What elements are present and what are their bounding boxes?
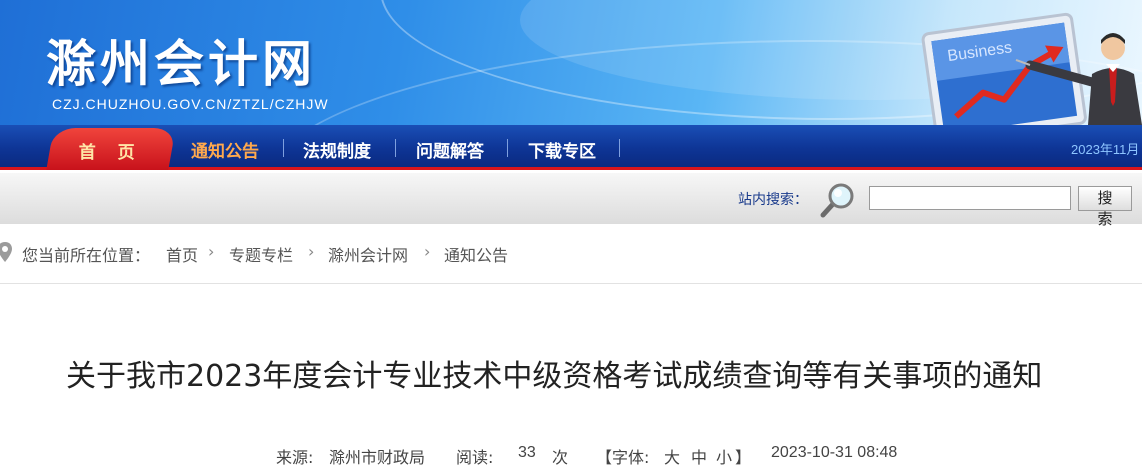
- search-button[interactable]: 搜 索: [1078, 186, 1132, 228]
- nav-separator: [395, 139, 396, 157]
- reads-count: 33: [518, 444, 536, 461]
- nav-item-notices[interactable]: 通知公告: [191, 137, 259, 162]
- location-pin-icon: [0, 242, 12, 262]
- nav-separator: [507, 139, 508, 157]
- nav-home-tab[interactable]: 首 页: [46, 128, 176, 170]
- nav-item-regulations[interactable]: 法规制度: [303, 137, 371, 162]
- content-divider: [0, 283, 1142, 284]
- publish-date: 2023-10-31 08:48: [771, 444, 898, 461]
- breadcrumb-notices[interactable]: 通知公告: [444, 242, 508, 266]
- nav-item-faq[interactable]: 问题解答: [416, 137, 484, 162]
- font-size-label: 【字体:: [596, 448, 650, 467]
- breadcrumb-topics[interactable]: 专题专栏: [229, 242, 293, 266]
- nav-home-label: 首 页: [78, 143, 143, 163]
- nav-item-downloads[interactable]: 下载专区: [528, 137, 596, 162]
- reads-unit: 次: [552, 448, 569, 467]
- magnifier-icon: [820, 183, 854, 218]
- breadcrumb-prefix: 您当前所在位置：: [22, 246, 151, 265]
- font-size-close: 】: [735, 448, 752, 467]
- breadcrumb: 您当前所在位置： 首页 › 专题专栏 › 滁州会计网 › 通知公告: [0, 238, 1142, 268]
- nav-date: 2023年11月: [1071, 142, 1140, 157]
- main-nav: 首 页 通知公告 法规制度 问题解答 下载专区 2023年11月: [0, 125, 1142, 170]
- site-banner: 滁州会计网 CZJ.CHUZHOU.GOV.CN/ZTZL/CZHJW Busi…: [0, 0, 1142, 125]
- font-size-small[interactable]: 小: [716, 444, 732, 468]
- breadcrumb-chevron-icon: ›: [308, 242, 315, 261]
- business-illustration: Business: [921, 12, 1142, 125]
- search-label: 站内搜索：: [738, 192, 808, 208]
- breadcrumb-chevron-icon: ›: [424, 242, 431, 261]
- site-title[interactable]: 滁州会计网: [46, 24, 316, 96]
- font-size-large[interactable]: 大: [664, 444, 680, 468]
- nav-separator: [283, 139, 284, 157]
- search-input[interactable]: [869, 186, 1071, 210]
- search-bar: 站内搜索： 搜 索: [0, 173, 1142, 228]
- reads-label: 阅读:: [456, 448, 494, 467]
- source-value: 滁州市财政局: [329, 448, 426, 467]
- site-url: CZJ.CHUZHOU.GOV.CN/ZTZL/CZHJW: [52, 96, 329, 112]
- source-label: 来源:: [276, 448, 314, 467]
- breadcrumb-chevron-icon: ›: [208, 242, 215, 261]
- nav-separator: [619, 139, 620, 157]
- breadcrumb-home[interactable]: 首页: [166, 242, 198, 266]
- article-title: 关于我市2023年度会计专业技术中级资格考试成绩查询等有关事项的通知: [66, 359, 1043, 394]
- font-size-medium[interactable]: 中: [691, 444, 707, 468]
- breadcrumb-site[interactable]: 滁州会计网: [328, 242, 408, 266]
